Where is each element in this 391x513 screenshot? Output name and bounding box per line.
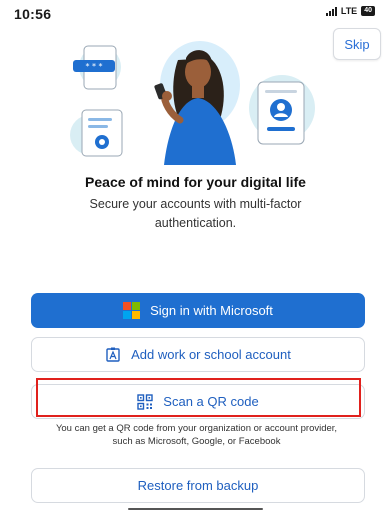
hero-illustration: * * * xyxy=(70,41,315,165)
fingerprint-device-icon xyxy=(70,109,123,157)
page-subtitle: Secure your accounts with multi-factor a… xyxy=(89,197,302,230)
skip-button[interactable]: Skip xyxy=(333,28,381,60)
qr-code-icon xyxy=(137,393,153,410)
sign-in-microsoft-button[interactable]: Sign in with Microsoft xyxy=(31,293,365,328)
scan-qr-button[interactable]: Scan a QR code xyxy=(31,384,365,419)
status-time: 10:56 xyxy=(14,6,52,22)
password-card-icon: * * * xyxy=(73,45,121,90)
signal-bars-icon xyxy=(325,6,337,16)
restore-backup-button[interactable]: Restore from backup xyxy=(31,468,365,503)
status-bar: 10:56 LTE 40 xyxy=(0,0,391,24)
id-badge-icon xyxy=(106,347,120,362)
status-indicators: LTE 40 xyxy=(325,6,375,16)
battery-icon: 40 xyxy=(361,6,375,16)
restore-backup-label: Restore from backup xyxy=(137,478,259,493)
person-illustration xyxy=(154,41,240,165)
home-indicator[interactable] xyxy=(128,508,263,510)
profile-card-icon xyxy=(249,75,315,145)
authenticator-welcome-screen: 10:56 LTE 40 Skip * * * Peace of mind fo… xyxy=(0,0,391,513)
add-work-account-label: Add work or school account xyxy=(131,347,291,362)
scan-qr-label: Scan a QR code xyxy=(163,394,259,409)
microsoft-logo-icon xyxy=(123,302,141,319)
network-label: LTE xyxy=(340,6,358,16)
page-title: Peace of mind for your digital life xyxy=(85,174,306,190)
svg-text:* * *: * * * xyxy=(85,62,102,71)
qr-helper-text: You can get a QR code from your organiza… xyxy=(55,423,338,447)
sign-in-microsoft-label: Sign in with Microsoft xyxy=(150,303,273,318)
add-work-account-button[interactable]: Add work or school account xyxy=(31,337,365,372)
